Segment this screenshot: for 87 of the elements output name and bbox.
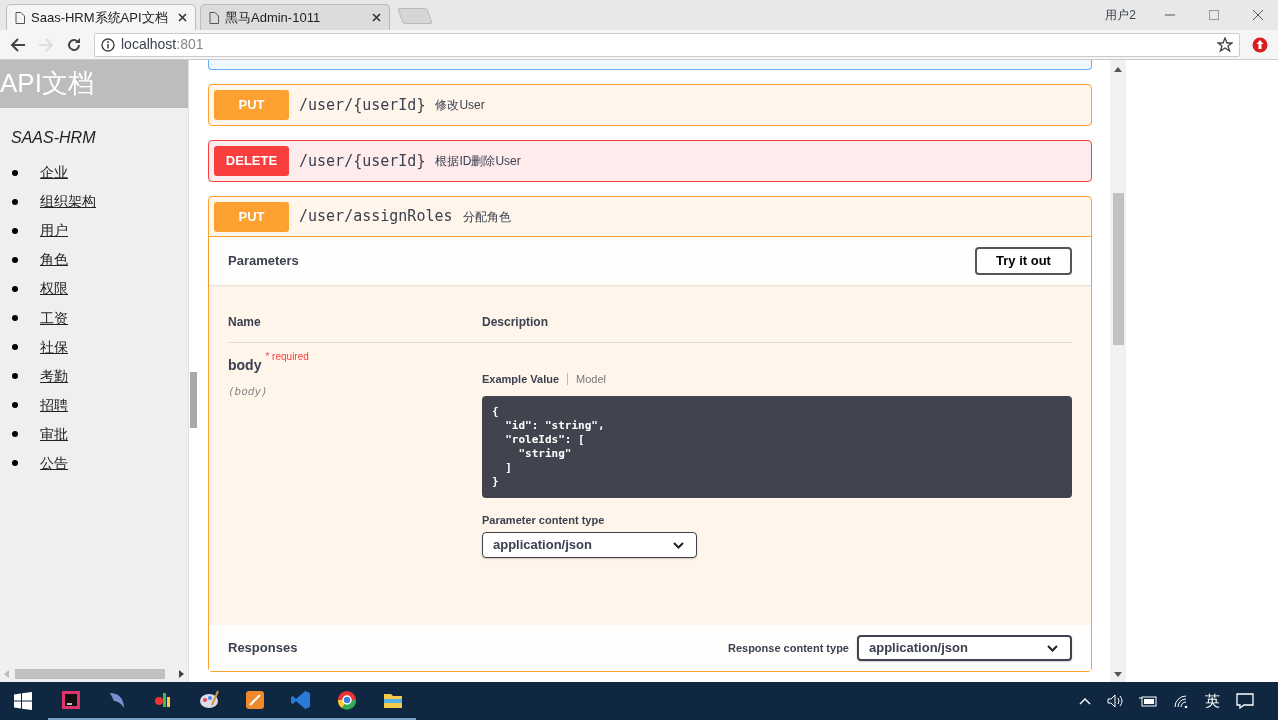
sidebar-title: API文档 [0,68,94,98]
column-header: Description [482,313,1072,343]
page-icon [209,11,219,24]
close-icon[interactable] [372,13,381,22]
sidebar-link[interactable]: 用户 [40,220,68,242]
bullet-icon [12,431,18,438]
scrollbar-thumb[interactable] [1113,193,1124,345]
bullet-icon [12,344,18,351]
chevron-down-icon [1047,644,1058,652]
bullet-icon [12,198,18,205]
parameter-name: body [228,356,262,375]
sidebar-link[interactable]: 工资 [40,307,68,329]
pdf-app-icon [244,689,266,711]
scroll-up-icon[interactable] [1114,67,1122,72]
method-label: PUT [214,90,289,120]
field-label: Response content type [727,640,849,656]
example-tab[interactable]: Model [576,371,606,388]
bullet-icon [12,169,18,176]
speaker-icon[interactable] [1107,694,1123,708]
method-label: PUT [214,201,289,232]
star-icon[interactable] [1217,36,1233,53]
vertical-scrollbar[interactable] [188,60,197,682]
code-editor-icon [290,689,312,711]
sidebar-link[interactable]: 组织架构 [40,191,96,213]
chevron-up-icon[interactable] [1079,697,1091,705]
input-method-indicator[interactable]: 英 [1205,689,1220,713]
sidebar-link[interactable]: 权限 [40,278,68,300]
info-icon [101,37,115,52]
code-sample: { "id": "string", "roleIds": [ "string" ] } [482,395,1072,498]
palette-icon [198,689,220,711]
section-title: Parameters [228,252,299,271]
page-icon [15,11,25,24]
bullet-icon [12,315,18,321]
sidebar-link[interactable]: 审批 [40,423,68,445]
example-tab[interactable]: Example Value [482,371,560,388]
sidebar-link[interactable]: 考勤 [40,365,68,387]
sidebar-link[interactable]: 角色 [40,249,68,271]
vertical-scrollbar[interactable] [1110,60,1126,682]
endpoint-summary: 修改User [435,97,485,114]
scrollbar-thumb[interactable] [190,372,197,428]
windows-logo-icon[interactable] [14,692,32,710]
bullet-icon [12,227,18,234]
content-type-select[interactable]: application/json [857,635,1072,661]
field-label: Parameter content type [482,512,606,528]
back-icon[interactable] [10,36,26,53]
sidebar-link[interactable]: 社保 [40,336,68,358]
bullet-icon [12,460,18,467]
ide-icon [60,689,82,711]
browser-tab[interactable]: Saas-HRM系统API文档 [6,4,196,30]
url-text: localhost:801 [121,35,205,54]
chevron-down-icon [673,541,684,549]
wifi-icon[interactable] [1173,694,1189,708]
reload-icon[interactable] [66,36,82,53]
try-it-out-button[interactable]: Try it out [975,247,1072,275]
sidebar-link[interactable]: 招聘 [40,394,68,416]
bullet-icon [12,285,18,292]
address-bar[interactable]: localhost:801 [94,32,1240,57]
battery-icon[interactable] [1139,695,1157,707]
sidebar-link[interactable]: 企业 [40,162,68,184]
method-label: DELETE [214,146,289,176]
browser-tab[interactable]: 黑马Admin-1011 [200,4,390,30]
parameter-type: (body) [228,384,269,400]
section-title: Responses [228,639,298,658]
operation-header[interactable]: PUT /user/{userId} 修改User [209,85,1091,125]
close-icon[interactable] [1252,9,1264,21]
column-header: Name [228,313,482,343]
required-label: * required [265,350,309,364]
endpoint-path: /user/assignRoles [299,206,453,228]
browser-icon [336,689,358,711]
scrollbar-thumb[interactable] [15,669,165,679]
notification-icon[interactable] [1236,693,1254,709]
scroll-down-icon[interactable] [1114,672,1122,677]
endpoint-summary: 分配角色 [462,208,511,226]
bullet-icon [12,402,18,409]
endpoint-path: /user/{userId} [299,150,426,172]
scroll-right-icon[interactable] [179,669,184,678]
sidebar-subtitle: SAAS-HRM [10,128,97,148]
close-icon[interactable] [178,13,187,22]
extension-icon[interactable] [1252,36,1268,53]
sidebar-link[interactable]: 公告 [40,453,68,474]
user-label: 用户2 [1105,7,1136,24]
operation-header[interactable]: DELETE /user/{userId} 根据ID删除User [209,141,1091,181]
endpoint-summary: 根据ID删除User [435,153,521,170]
bullet-icon [12,256,18,263]
endpoint-path: /user/{userId} [299,94,426,116]
content-type-select[interactable]: application/json [482,532,697,558]
bullet-icon [12,373,18,380]
